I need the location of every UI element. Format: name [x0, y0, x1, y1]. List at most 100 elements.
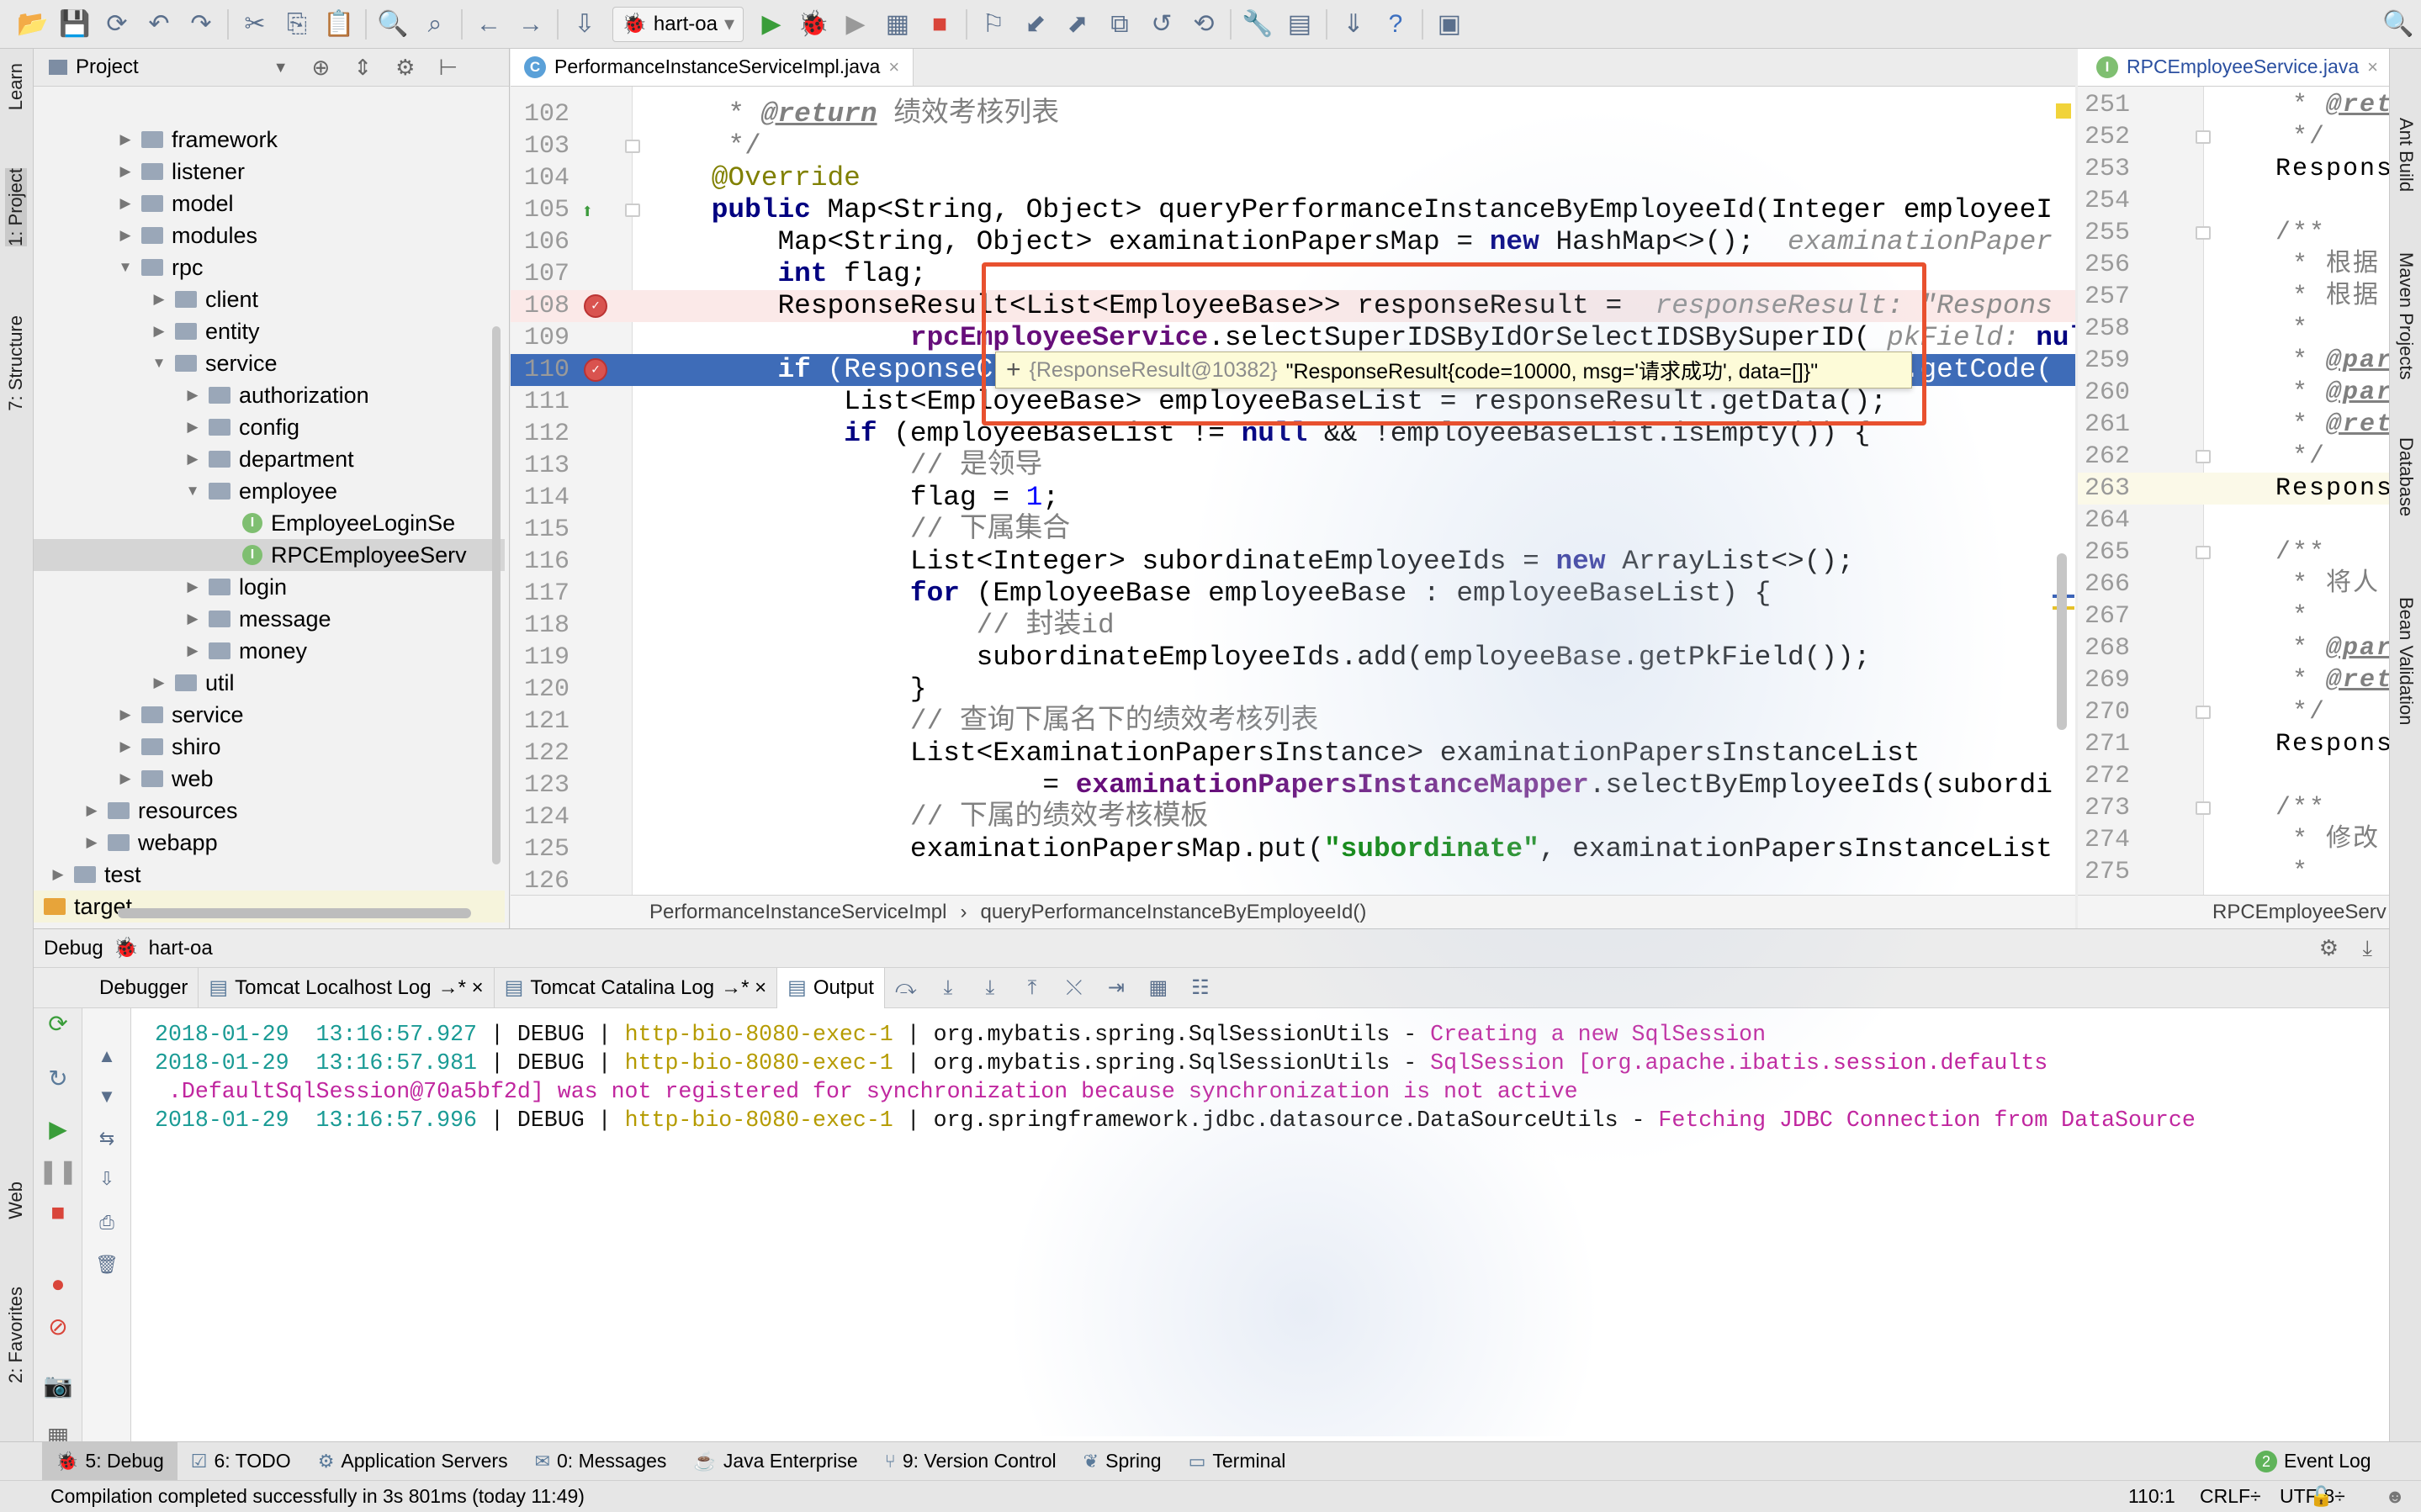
collapsed-arrow-icon[interactable]: ▶ [116, 131, 135, 148]
tree-item-classpath[interactable]: .classpath [34, 923, 505, 929]
close-icon[interactable]: × [2367, 56, 2378, 78]
code-line[interactable]: 114 flag = 1; [511, 482, 2075, 514]
line-number[interactable]: 115 [511, 514, 569, 546]
project-horizontal-scrollbar[interactable] [118, 908, 471, 918]
hide-icon[interactable]: ⊢ [438, 55, 458, 81]
code-line[interactable]: 120 } [511, 674, 2075, 706]
tab-tomcat-catalina-log[interactable]: ▤ Tomcat Catalina Log →* × [495, 967, 778, 1008]
rerun-icon[interactable]: ⟳ [34, 1010, 82, 1038]
fold-icon[interactable] [625, 140, 640, 153]
breakpoint-icon[interactable]: ✓ [584, 358, 607, 382]
find-icon[interactable]: 🔍 [372, 3, 414, 45]
code-line[interactable]: 260 * @par [2078, 377, 2389, 409]
collapsed-arrow-icon[interactable]: ▶ [116, 195, 135, 212]
line-number[interactable]: 116 [511, 546, 569, 578]
tree-item-employee[interactable]: ▼ employee [34, 475, 505, 507]
line-number[interactable]: 253 [2085, 153, 2169, 185]
pause-icon[interactable]: ❚❚ [34, 1157, 82, 1185]
tool-window-6-todo[interactable]: ☑ 6: TODO [177, 1442, 305, 1481]
step-into-icon[interactable]: ⤓ [927, 967, 969, 1009]
line-number[interactable]: 110 [511, 354, 569, 386]
tree-item-util[interactable]: ▶ util [34, 667, 505, 699]
tree-item-money[interactable]: ▶ money [34, 635, 505, 667]
vcs-revert-icon[interactable]: ⟲ [1183, 3, 1225, 45]
line-number[interactable]: 124 [511, 801, 569, 833]
line-number[interactable]: 268 [2085, 632, 2169, 664]
code-line[interactable]: 126 [511, 865, 2075, 897]
code-line[interactable]: 121 // 查询下属名下的绩效考核列表 [511, 706, 2075, 737]
code-line[interactable]: 104 @Override [511, 162, 2075, 194]
breadcrumb-class[interactable]: PerformanceInstanceServiceImpl [649, 901, 946, 924]
line-number[interactable]: 255 [2085, 217, 2169, 249]
locate-icon[interactable]: ⊕ [312, 55, 331, 81]
code-line[interactable]: 253 Respons [2078, 153, 2389, 185]
line-number[interactable]: 262 [2085, 441, 2169, 473]
code-line[interactable]: 265 /** [2078, 537, 2389, 568]
tree-item-entity[interactable]: ▶ entity [34, 315, 505, 347]
code-line[interactable]: 119 subordinateEmployeeIds.add(employeeB… [511, 642, 2075, 674]
tree-item-service[interactable]: ▼ service [34, 347, 505, 379]
breakpoint-icon[interactable]: ✓ [584, 294, 607, 318]
fold-icon[interactable] [625, 204, 640, 217]
tree-item-employeeloginse[interactable]: I EmployeeLoginSe [34, 507, 505, 539]
force-step-into-icon[interactable]: ⤓ [969, 967, 1011, 1009]
expanded-arrow-icon[interactable]: ▼ [116, 259, 135, 276]
project-structure-icon[interactable]: ▤ [1279, 3, 1321, 45]
jrebel-icon[interactable]: ▣ [1428, 3, 1470, 45]
tab-pin-close[interactable]: →* × [438, 976, 484, 1000]
line-number[interactable]: 272 [2085, 760, 2169, 792]
fold-icon[interactable] [2196, 226, 2211, 240]
collapsed-arrow-icon[interactable]: ▶ [82, 802, 101, 819]
code-line[interactable]: 268 * @par [2078, 632, 2389, 664]
tool-window-bean-validation[interactable]: Bean Validation [2395, 597, 2417, 726]
debug-icon[interactable]: 🐞 [792, 3, 834, 45]
expanded-arrow-icon[interactable]: ▼ [183, 483, 202, 500]
line-number[interactable]: 113 [511, 450, 569, 482]
gear-icon[interactable]: ⚙ [395, 55, 415, 81]
settings-icon[interactable]: 🔧 [1237, 3, 1279, 45]
collapsed-arrow-icon[interactable]: ▶ [183, 451, 202, 468]
inspector-icon[interactable]: ☻ [2385, 1485, 2405, 1508]
tool-window-0-messages[interactable]: ✉ 0: Messages [522, 1442, 681, 1481]
line-number[interactable]: 261 [2085, 409, 2169, 441]
tree-item-framework[interactable]: ▶ framework [34, 124, 505, 156]
collapsed-arrow-icon[interactable]: ▶ [183, 611, 202, 627]
line-number[interactable]: 257 [2085, 281, 2169, 313]
mute-breakpoints-icon[interactable]: ⊘ [34, 1313, 82, 1340]
code-line[interactable]: 263 Respons [2078, 473, 2389, 505]
line-number[interactable]: 119 [511, 642, 569, 674]
tool-window-database[interactable]: Database [2395, 437, 2417, 516]
line-number[interactable]: 264 [2085, 505, 2169, 537]
line-number[interactable]: 117 [511, 578, 569, 610]
project-view-selector[interactable]: Project [76, 56, 139, 79]
tab-rpc-employee-service[interactable]: I RPCEmployeeService.java × [2078, 49, 2389, 86]
line-number[interactable]: 259 [2085, 345, 2169, 377]
code-line[interactable]: 264 [2078, 505, 2389, 537]
code-line[interactable]: 254 [2078, 185, 2389, 217]
tool-window-ant-build[interactable]: Ant Build [2395, 118, 2417, 192]
code-line[interactable]: 256 * 根据 [2078, 249, 2389, 281]
collapsed-arrow-icon[interactable]: ▶ [150, 323, 168, 340]
save-icon[interactable]: 💾 [54, 3, 96, 45]
tab-output[interactable]: ▤ Output [777, 967, 885, 1008]
replace-icon[interactable]: ⌕ [414, 3, 456, 45]
collapsed-arrow-icon[interactable]: ▶ [150, 291, 168, 308]
tab-debugger[interactable]: Debugger [82, 967, 199, 1008]
code-line[interactable]: 125 examinationPapersMap.put("subordinat… [511, 833, 2075, 865]
collapse-icon[interactable]: ⇕ [353, 55, 372, 81]
line-number[interactable]: 267 [2085, 600, 2169, 632]
code-line[interactable]: 258 * [2078, 313, 2389, 345]
fold-icon[interactable] [2196, 130, 2211, 144]
code-line[interactable]: 274 * 修改 [2078, 824, 2389, 856]
vcs-compare-icon[interactable]: ⧉ [1099, 3, 1141, 45]
tab-performance-instance-service-impl[interactable]: C PerformanceInstanceServiceImpl.java × [511, 49, 914, 86]
tree-item-config[interactable]: ▶ config [34, 411, 505, 443]
run-to-cursor-icon[interactable]: ⇥ [1095, 967, 1137, 1009]
line-number[interactable]: 111 [511, 386, 569, 418]
attach-icon[interactable]: ⚐ [972, 3, 1014, 45]
line-number[interactable]: 122 [511, 737, 569, 769]
trace-icon[interactable]: ☷ [1179, 967, 1221, 1009]
caret-position[interactable]: 110:1 [2128, 1485, 2175, 1508]
back-icon[interactable]: ← [468, 3, 510, 45]
vcs-update-icon[interactable]: ⬋ [1014, 3, 1057, 45]
